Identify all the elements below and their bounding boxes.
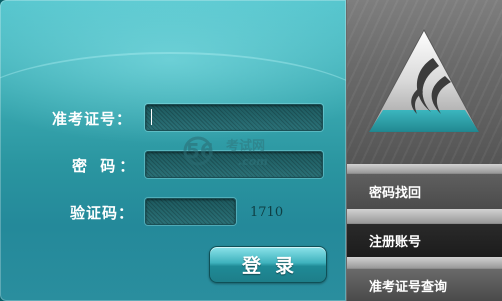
- watermark-site: 考试网: [226, 138, 265, 154]
- captcha-label: 验证码：: [70, 204, 135, 222]
- text-caret: [151, 109, 152, 125]
- password-label: 密 码：: [72, 157, 139, 175]
- login-button[interactable]: 登录: [209, 246, 327, 283]
- captcha-input[interactable]: [146, 199, 235, 224]
- sidebar-item-register[interactable]: 注册账号: [347, 223, 502, 257]
- sidebar-item-label: 注册账号: [369, 235, 422, 250]
- logo-triangle-icon: [368, 28, 480, 133]
- sidebar-item-exam-id-query[interactable]: 准考证号查询: [347, 268, 502, 301]
- sidebar-item-label: 密码找回: [369, 186, 422, 201]
- watermark-brand: 56: [186, 139, 214, 163]
- login-panel: 准考证号： 密 码： 验证码： 1710 56 考试网 .com 登录: [0, 0, 346, 301]
- exam-id-input[interactable]: [146, 105, 322, 130]
- login-button-label: 登录: [241, 255, 308, 277]
- sidebar-divider: [347, 209, 502, 223]
- sidebar-divider: [347, 164, 502, 173]
- sidebar: 密码找回 注册账号 准考证号查询: [346, 0, 502, 301]
- captcha-field[interactable]: [145, 198, 236, 225]
- watermark-domain: .com: [238, 155, 268, 168]
- logo-area: [347, 0, 502, 164]
- sidebar-divider: [347, 257, 502, 268]
- exam-id-field[interactable]: [145, 104, 323, 131]
- watermark-logo: 56 考试网 .com: [183, 136, 268, 168]
- login-window: 准考证号： 密 码： 验证码： 1710 56 考试网 .com 登录 密码找回…: [0, 0, 502, 301]
- sidebar-item-label: 准考证号查询: [369, 279, 448, 295]
- captcha-code[interactable]: 1710: [250, 205, 283, 220]
- sidebar-item-recover-password[interactable]: 密码找回: [347, 173, 502, 209]
- exam-id-label: 准考证号：: [52, 110, 133, 128]
